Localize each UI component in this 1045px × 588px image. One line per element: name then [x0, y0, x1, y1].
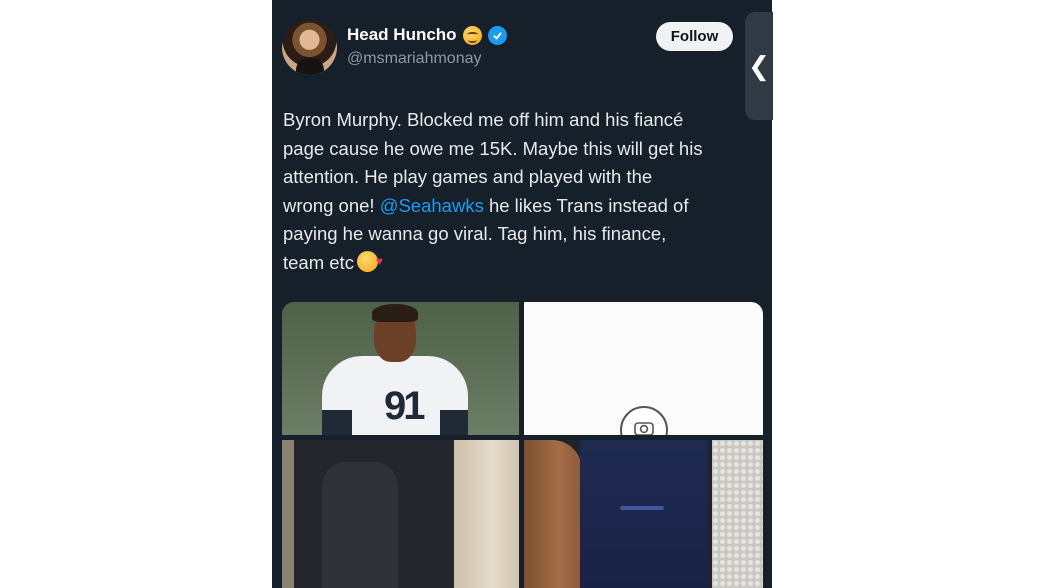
tweet-text-line: wrong one! @Seahawks he likes Trans inst…	[283, 192, 761, 221]
tweet-text-segment: team etc	[283, 251, 354, 273]
player-hair	[372, 304, 418, 322]
camera-icon	[620, 406, 668, 435]
hand	[524, 440, 582, 588]
jersey-sleeve	[440, 410, 468, 435]
tweet-card[interactable]: Head Huncho @msmariahmonay Follow Byron …	[272, 0, 772, 588]
media-photo-hand-holding-phone[interactable]	[524, 440, 763, 588]
author-name-row: Head Huncho	[347, 23, 507, 47]
tweet-text-line: page cause he owe me 15K. Maybe this wil…	[283, 137, 703, 159]
tweet-text-line: Byron Murphy. Blocked me off him and his…	[283, 109, 684, 130]
media-photo-football-player[interactable]: 91	[282, 302, 519, 435]
avatar[interactable]	[282, 20, 337, 75]
smiling-face-emoji-icon	[462, 25, 482, 45]
phone-screen	[580, 440, 708, 588]
verified-badge-icon[interactable]	[487, 25, 507, 45]
jersey-number: 91	[384, 384, 425, 428]
media-photo-dark-phone[interactable]	[282, 440, 519, 588]
photo-edge	[282, 440, 294, 588]
tweet-text: Byron Murphy. Blocked me off him and his…	[283, 106, 761, 278]
face-blowing-kiss-emoji-icon	[356, 247, 383, 276]
tweet-text-segment: he likes Trans instead of	[483, 194, 689, 216]
phone-reflection	[322, 462, 398, 588]
tweet-text-segment: wrong one!	[283, 194, 380, 216]
tweet-text-line: attention. He play games and played with…	[283, 166, 653, 188]
handle[interactable]: @msmariahmonay	[347, 50, 482, 68]
tweet-text-line: paying he wanna go viral. Tag him, his f…	[283, 223, 667, 245]
tweet-text-line: team etc	[283, 247, 761, 278]
display-name[interactable]: Head Huncho	[347, 25, 457, 45]
follow-button[interactable]: Follow	[656, 22, 733, 51]
jersey-sleeve	[322, 410, 352, 435]
fabric-background	[712, 440, 763, 588]
chevron-left-icon[interactable]: ❮	[745, 12, 773, 120]
screen-text-blur	[620, 506, 664, 510]
photo-background	[454, 440, 519, 588]
media-grid: 91	[282, 302, 763, 588]
mention-link[interactable]: @Seahawks	[380, 195, 484, 216]
media-photo-white-screenshot[interactable]	[524, 302, 763, 435]
